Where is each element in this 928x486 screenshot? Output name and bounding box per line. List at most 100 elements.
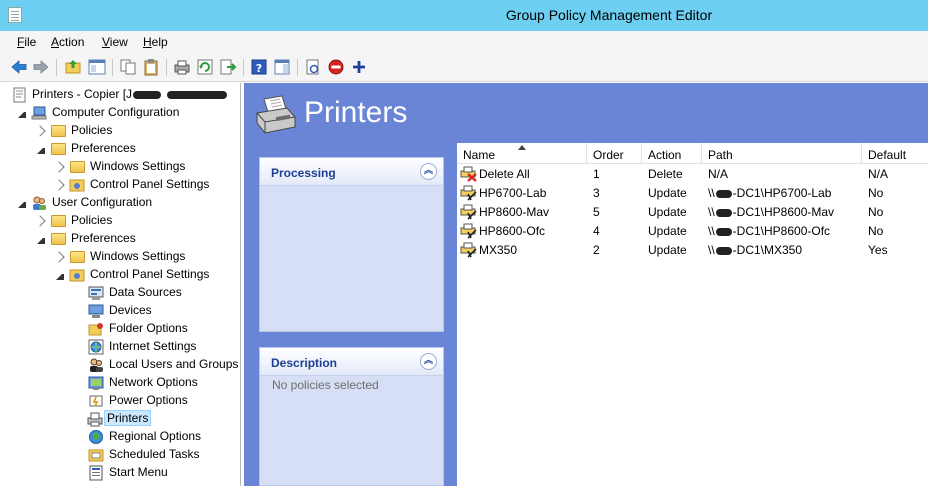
redaction-mark: [715, 246, 732, 255]
tree-root-label: Printers - Copier [J: [32, 87, 133, 101]
column-header-default[interactable]: Default: [862, 143, 928, 164]
policy-document-icon: [13, 87, 26, 103]
list-item[interactable]: Delete All 1 Delete N/A N/A: [457, 164, 928, 183]
show-action-pane-icon[interactable]: [273, 58, 291, 76]
up-folder-icon[interactable]: [64, 58, 82, 76]
globe-icon: [89, 430, 103, 444]
redaction-mark: [715, 227, 732, 236]
menu-help[interactable]: Help: [143, 35, 168, 49]
tree-item-label: User Configuration: [52, 195, 153, 209]
tree-item-computer-windows-settings[interactable]: Windows Settings: [0, 158, 240, 176]
forward-arrow-icon[interactable]: [32, 58, 50, 76]
tree-item-label: Windows Settings: [90, 249, 186, 263]
tree-item-start-menu[interactable]: Start Menu: [0, 464, 240, 482]
refresh-icon[interactable]: [196, 58, 214, 76]
menu-view[interactable]: View: [102, 35, 128, 49]
expand-arrow-icon[interactable]: [34, 215, 46, 227]
collapse-arrow-icon[interactable]: [56, 272, 64, 280]
tree-item-computer-configuration[interactable]: Computer Configuration: [0, 104, 240, 122]
stop-icon[interactable]: [327, 58, 345, 76]
collapse-arrow-icon[interactable]: [37, 146, 45, 154]
tree-item-user-preferences[interactable]: Preferences: [0, 230, 240, 248]
sort-ascending-icon: [518, 145, 526, 150]
list-item[interactable]: MX350 2 Update \\ -DC1\MX350 Yes: [457, 240, 928, 259]
tree-item-label: Network Options: [109, 375, 198, 389]
tree-item-computer-control-panel-settings[interactable]: Control Panel Settings: [0, 176, 240, 194]
menu-action[interactable]: Action: [51, 35, 84, 49]
expand-arrow-icon[interactable]: [53, 251, 65, 263]
column-header-path[interactable]: Path: [702, 143, 862, 164]
column-header-name[interactable]: Name: [457, 143, 587, 164]
collapse-description-button[interactable]: ︽: [420, 353, 437, 370]
tree-item-user-configuration[interactable]: User Configuration: [0, 194, 240, 212]
window-title: Group Policy Management Editor: [505, 7, 713, 23]
start-menu-icon: [89, 465, 103, 481]
toolbar: ?: [0, 53, 928, 82]
printers-list[interactable]: Name Order Action Path Default Delete Al…: [457, 143, 928, 486]
title-bar: Group Policy Management Editor: [0, 0, 928, 31]
tree-item-label: Start Menu: [109, 465, 168, 479]
tree-root[interactable]: Printers - Copier [J: [0, 86, 240, 104]
list-item[interactable]: HP8600-Ofc 4 Update \\ -DC1\HP8600-Ofc No: [457, 221, 928, 240]
page-title: Printers: [304, 96, 408, 129]
tree-item-label: Control Panel Settings: [90, 177, 210, 191]
data-sources-icon: [88, 286, 104, 300]
collapse-arrow-icon[interactable]: [37, 236, 45, 244]
tree-item-folder-options[interactable]: Folder Options: [0, 320, 240, 338]
tree-item-label: Computer Configuration: [52, 105, 180, 119]
redaction-mark: [133, 90, 162, 99]
expand-arrow-icon[interactable]: [34, 125, 46, 137]
tree-item-devices[interactable]: Devices: [0, 302, 240, 320]
tree-item-internet-settings[interactable]: Internet Settings: [0, 338, 240, 356]
printer-update-icon: [460, 204, 477, 220]
tree-item-user-windows-settings[interactable]: Windows Settings: [0, 248, 240, 266]
tree-item-power-options[interactable]: Power Options: [0, 392, 240, 410]
list-item[interactable]: HP6700-Lab 3 Update \\ -DC1\HP6700-Lab No: [457, 183, 928, 202]
paste-icon[interactable]: [142, 58, 160, 76]
description-text: No policies selected: [272, 378, 379, 392]
description-panel: Description ︽ No policies selected: [259, 347, 444, 486]
tree-item-label: Windows Settings: [90, 159, 186, 173]
show-hide-console-tree-icon[interactable]: [88, 58, 106, 76]
tree-item-label: Control Panel Settings: [90, 267, 210, 281]
network-options-icon: [88, 376, 104, 390]
add-icon[interactable]: [350, 58, 368, 76]
tree-item-scheduled-tasks[interactable]: Scheduled Tasks: [0, 446, 240, 464]
help-icon[interactable]: ?: [250, 58, 268, 76]
tree-item-computer-preferences[interactable]: Preferences: [0, 140, 240, 158]
redaction-mark: [167, 90, 228, 99]
folder-icon: [51, 215, 66, 227]
collapse-arrow-icon[interactable]: [18, 110, 26, 118]
back-arrow-icon[interactable]: [10, 58, 28, 76]
menu-file[interactable]: File: [17, 35, 36, 49]
tree-item-data-sources[interactable]: Data Sources: [0, 284, 240, 302]
redaction-mark: [715, 189, 732, 198]
tree-item-user-control-panel-settings[interactable]: Control Panel Settings: [0, 266, 240, 284]
printer-update-icon: [460, 223, 477, 239]
tree-item-regional-options[interactable]: Regional Options: [0, 428, 240, 446]
tree-item-label: Internet Settings: [109, 339, 197, 353]
properties-icon[interactable]: [304, 58, 322, 76]
expand-arrow-icon[interactable]: [53, 179, 65, 191]
collapse-arrow-icon[interactable]: [18, 200, 26, 208]
tree-item-user-policies[interactable]: Policies: [0, 212, 240, 230]
printer-delete-icon: [460, 166, 477, 182]
print-icon[interactable]: [173, 58, 191, 76]
export-list-icon[interactable]: [219, 58, 237, 76]
folder-icon: [51, 143, 66, 155]
tree-item-computer-policies[interactable]: Policies: [0, 122, 240, 140]
tree-item-printers[interactable]: Printers: [0, 410, 240, 428]
local-users-icon: [90, 358, 103, 372]
devices-icon: [88, 304, 104, 318]
copy-icon[interactable]: [119, 58, 137, 76]
column-header-action[interactable]: Action: [642, 143, 702, 164]
column-header-order[interactable]: Order: [587, 143, 642, 164]
list-item[interactable]: HP8600-Mav 5 Update \\ -DC1\HP8600-Mav No: [457, 202, 928, 221]
expand-arrow-icon[interactable]: [53, 161, 65, 173]
tree-item-local-users-and-groups[interactable]: Local Users and Groups: [0, 356, 240, 374]
console-tree[interactable]: Printers - Copier [J Computer Configurat…: [0, 83, 241, 486]
tree-item-network-options[interactable]: Network Options: [0, 374, 240, 392]
tree-item-label: Devices: [109, 303, 152, 317]
collapse-processing-button[interactable]: ︽: [420, 163, 437, 180]
tree-item-label: Power Options: [109, 393, 188, 407]
